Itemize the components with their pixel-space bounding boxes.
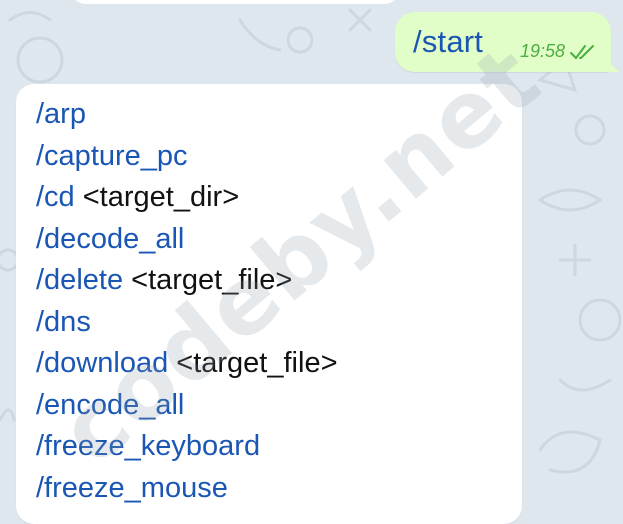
bot-command-link[interactable]: /dns <box>36 306 91 338</box>
command-item: /encode_all <box>36 385 338 427</box>
command-item: /decode_all <box>36 219 338 261</box>
bot-command-link[interactable]: /arp <box>36 98 86 130</box>
bot-command-link[interactable]: /capture_pc <box>36 140 188 172</box>
previous-message-bubble <box>70 0 400 4</box>
command-item: /freeze_mouse <box>36 468 338 510</box>
bot-command-link[interactable]: /encode_all <box>36 389 184 421</box>
bot-command-link[interactable]: /freeze_keyboard <box>36 430 260 462</box>
command-item: /arp <box>36 94 338 136</box>
bot-command-link[interactable]: /download <box>36 347 168 379</box>
bot-command-link[interactable]: /delete <box>36 264 123 296</box>
command-argument: <target_dir> <box>74 181 240 213</box>
double-check-icon <box>570 44 594 59</box>
message-time: 19:58 <box>519 41 565 61</box>
command-item: /dns <box>36 302 338 344</box>
bot-command-link[interactable]: /decode_all <box>36 223 184 255</box>
command-list: /arp /capture_pc /cd <target_dir> /decod… <box>36 94 338 509</box>
command-item: /freeze_keyboard <box>36 426 338 468</box>
command-item: /download <target_file> <box>36 343 338 385</box>
bot-command-link[interactable]: /freeze_mouse <box>36 472 228 504</box>
message-meta: 19:58 <box>520 41 597 62</box>
command-item: /delete <target_file> <box>36 260 338 302</box>
outgoing-message-bubble[interactable]: /start 19:58 <box>395 12 619 72</box>
command-argument: <target_file> <box>123 264 293 296</box>
bot-command-link[interactable]: /cd <box>36 181 75 213</box>
outgoing-message-text[interactable]: /start <box>413 24 483 60</box>
command-item: /cd <target_dir> <box>36 177 338 219</box>
incoming-message-bubble: /arp /capture_pc /cd <target_dir> /decod… <box>16 84 522 524</box>
command-argument: <target_file> <box>168 347 338 379</box>
command-item: /capture_pc <box>36 136 338 178</box>
